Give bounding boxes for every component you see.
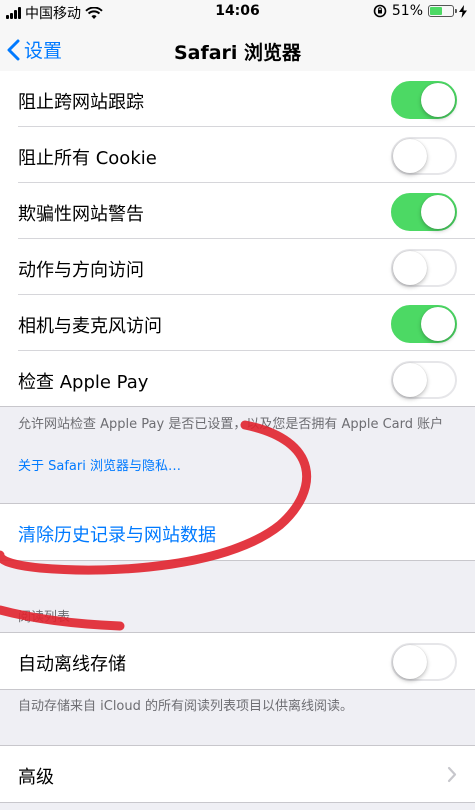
safari-privacy-link[interactable]: 关于 Safari 浏览器与隐私…	[18, 455, 181, 474]
group-bottom-border	[0, 406, 475, 407]
setting-row-cross-site-tracking: 阻止跨网站跟踪	[0, 71, 475, 127]
toggle-knob	[421, 307, 455, 341]
setting-row-offline-save: 自动离线存储	[0, 633, 475, 689]
setting-row-camera-mic: 相机与麦克风访问	[0, 295, 475, 351]
advanced-group: 高级	[0, 746, 475, 802]
toggle-switch[interactable]	[391, 137, 457, 175]
toggle-knob	[393, 363, 427, 397]
toggle-knob	[421, 83, 455, 117]
toggle-switch[interactable]	[391, 643, 457, 681]
group-bottom-border	[0, 560, 475, 561]
toggle-switch[interactable]	[391, 249, 457, 287]
orientation-lock-icon	[373, 4, 387, 18]
apple-pay-note: 允许网站检查 Apple Pay 是否已设置，以及您是否拥有 Apple Car…	[18, 417, 444, 432]
setting-row-apple-pay: 检查 Apple Pay	[0, 351, 475, 407]
battery-icon	[428, 5, 457, 17]
advanced-label: 高级	[18, 767, 54, 788]
reading-list-note: 自动存储来自 iCloud 的所有阅读列表项目以供离线阅读。	[18, 699, 354, 714]
toggle-switch[interactable]	[391, 81, 457, 119]
battery-percent: 51%	[391, 3, 423, 19]
toggle-switch[interactable]	[391, 361, 457, 399]
chevron-right-icon	[447, 766, 457, 783]
toggle-switch[interactable]	[391, 193, 457, 231]
setting-row-fraud-warning: 欺骗性网站警告	[0, 183, 475, 239]
toggle-knob	[421, 195, 455, 229]
setting-row-motion-orientation: 动作与方向访问	[0, 239, 475, 295]
charging-icon	[459, 4, 467, 18]
toggle-knob	[393, 251, 427, 285]
status-bar: 中国移动 14:06 51%	[0, 0, 475, 22]
group-bottom-border	[0, 802, 475, 803]
privacy-group: 阻止跨网站跟踪 阻止所有 Cookie 欺骗性网站警告 动作与方向访问 相机与麦…	[0, 71, 475, 406]
page-title: Safari 浏览器	[173, 42, 302, 64]
status-right: 51%	[373, 3, 467, 19]
toggle-switch[interactable]	[391, 305, 457, 343]
setting-label: 动作与方向访问	[18, 260, 144, 281]
group-bottom-border	[0, 689, 475, 690]
setting-label: 阻止所有 Cookie	[18, 148, 157, 169]
clear-history-group: 清除历史记录与网站数据	[0, 504, 475, 560]
clear-history-label: 清除历史记录与网站数据	[18, 525, 216, 546]
setting-label: 欺骗性网站警告	[18, 204, 144, 225]
reading-list-group: 自动离线存储	[0, 633, 475, 689]
setting-label: 自动离线存储	[18, 654, 126, 675]
toggle-knob	[393, 139, 427, 173]
setting-label: 相机与麦克风访问	[18, 316, 162, 337]
reading-list-header: 阅读列表	[18, 610, 71, 625]
setting-row-block-cookies: 阻止所有 Cookie	[0, 127, 475, 183]
clear-history-button[interactable]: 清除历史记录与网站数据	[0, 504, 475, 560]
toggle-knob	[393, 645, 427, 679]
setting-label: 检查 Apple Pay	[18, 372, 149, 393]
advanced-row[interactable]: 高级	[0, 746, 475, 802]
setting-label: 阻止跨网站跟踪	[18, 92, 144, 113]
